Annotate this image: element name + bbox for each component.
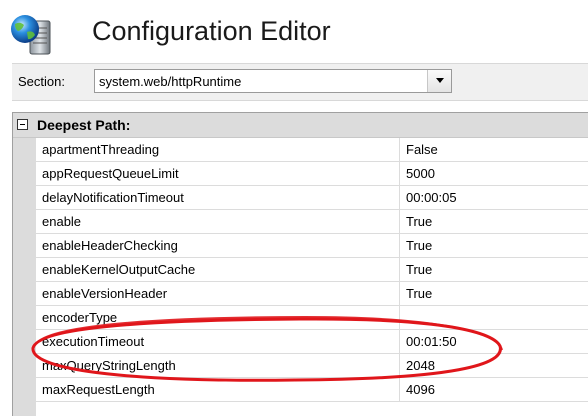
property-name: enableHeaderChecking (42, 238, 178, 253)
property-name: delayNotificationTimeout (42, 190, 184, 205)
property-value[interactable]: 00:00:05 (406, 190, 457, 205)
property-name: executionTimeout (42, 334, 145, 349)
table-row[interactable]: enableKernelOutputCache True (36, 258, 588, 282)
table-row[interactable]: apartmentThreading False (36, 138, 588, 162)
section-dropdown-value: system.web/httpRuntime (99, 74, 242, 89)
configuration-editor-window: Configuration Editor Section: system.web… (0, 0, 588, 416)
table-row[interactable]: enableVersionHeader True (36, 282, 588, 306)
property-name: enable (42, 214, 82, 229)
property-value[interactable]: 5000 (406, 166, 435, 181)
header: Configuration Editor (0, 0, 588, 62)
section-dropdown[interactable]: system.web/httpRuntime (94, 69, 452, 93)
property-name: maxQueryStringLength (42, 358, 176, 373)
property-name: enableKernelOutputCache (42, 262, 196, 277)
table-row[interactable]: maxQueryStringLength 2048 (36, 354, 588, 378)
table-row[interactable]: executionTimeout 00:01:50 (36, 330, 588, 354)
dropdown-arrow-button[interactable] (427, 70, 451, 92)
group-title: Deepest Path: (37, 117, 131, 133)
property-value[interactable]: False (406, 142, 438, 157)
server-config-icon (11, 15, 51, 55)
section-bar: Section: system.web/httpRuntime (12, 63, 588, 101)
section-label: Section: (18, 74, 65, 89)
table-row[interactable]: maxRequestLength 4096 (36, 378, 588, 402)
property-name: appRequestQueueLimit (42, 166, 179, 181)
property-name: maxRequestLength (42, 382, 155, 397)
property-grid: Deepest Path: apartmentThreading False a… (12, 112, 588, 416)
property-value[interactable]: True (406, 262, 432, 277)
property-name: apartmentThreading (42, 142, 160, 157)
table-row[interactable]: enable True (36, 210, 588, 234)
row-gutter (13, 138, 36, 416)
property-value[interactable]: 2048 (406, 358, 435, 373)
property-value[interactable]: True (406, 214, 432, 229)
property-value[interactable]: 4096 (406, 382, 435, 397)
property-value[interactable]: True (406, 286, 432, 301)
property-name: encoderType (42, 310, 118, 325)
table-row[interactable]: delayNotificationTimeout 00:00:05 (36, 186, 588, 210)
property-value[interactable]: 00:01:50 (406, 334, 457, 349)
table-row[interactable]: encoderType (36, 306, 588, 330)
table-row[interactable]: enableHeaderChecking True (36, 234, 588, 258)
property-name: enableVersionHeader (42, 286, 168, 301)
page-title: Configuration Editor (92, 16, 331, 46)
table-row[interactable]: appRequestQueueLimit 5000 (36, 162, 588, 186)
chevron-down-icon (436, 78, 444, 83)
group-header[interactable]: Deepest Path: (13, 113, 588, 138)
property-value[interactable]: True (406, 238, 432, 253)
property-rows: apartmentThreading False appRequestQueue… (36, 138, 588, 402)
collapse-icon[interactable] (17, 119, 28, 130)
